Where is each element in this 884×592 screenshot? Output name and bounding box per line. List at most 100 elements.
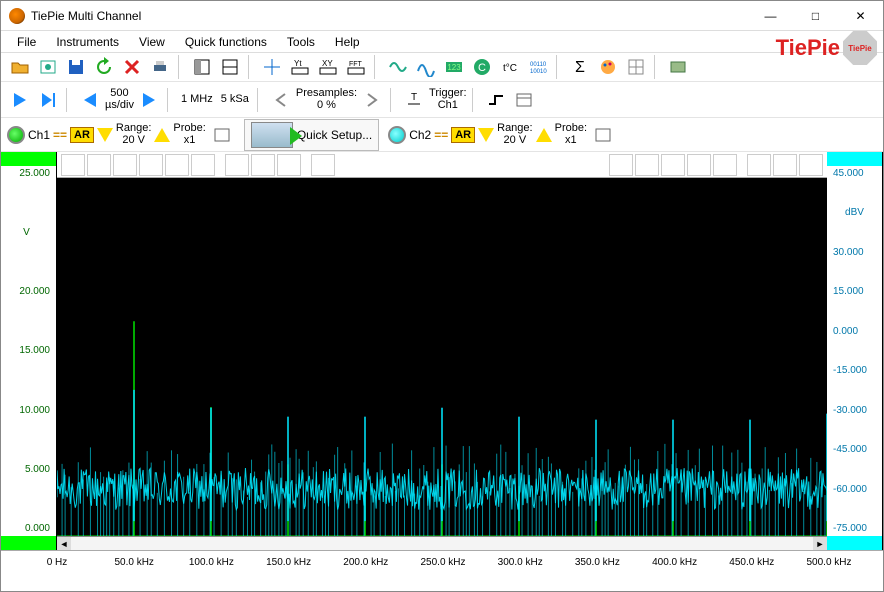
y-axis-left[interactable]: 25.000V20.00015.00010.0005.0000.000 (1, 152, 57, 550)
scroll-track[interactable] (71, 537, 813, 551)
save-icon[interactable] (63, 55, 89, 79)
zoom-in-icon[interactable]: + (225, 154, 249, 176)
zoom-out-icon[interactable]: - (251, 154, 275, 176)
wave2-icon[interactable] (413, 55, 439, 79)
grid-icon[interactable] (623, 55, 649, 79)
ch2-coupling-icon[interactable]: == (434, 128, 448, 142)
open-icon[interactable] (7, 55, 33, 79)
close-button[interactable]: ✕ (838, 1, 883, 31)
right-arrow-button[interactable] (359, 88, 385, 112)
pencil-icon[interactable] (747, 154, 771, 176)
bars-icon[interactable] (191, 154, 215, 176)
cursor-icon[interactable] (259, 55, 285, 79)
trigger-display[interactable]: Trigger: Ch1 (429, 88, 467, 111)
ch2-probe-display[interactable]: Probe: x1 (555, 123, 587, 146)
ch2-autorange[interactable]: AR (451, 127, 475, 143)
trigger-edge-button[interactable] (483, 88, 509, 112)
ch1-probe-display[interactable]: Probe: x1 (173, 123, 205, 146)
sample-rate-label[interactable]: 1 MHz (178, 93, 216, 105)
samples-label[interactable]: 5 kSa (218, 93, 252, 105)
timebase-slower-button[interactable] (77, 88, 103, 112)
quick-setup-button[interactable]: Quick Setup... (244, 119, 379, 151)
xy-icon[interactable]: XY (315, 55, 341, 79)
color-c-icon[interactable]: C (469, 55, 495, 79)
fft-icon[interactable]: FFT (343, 55, 369, 79)
trigger-settings-button[interactable] (511, 88, 537, 112)
svg-text:C: C (478, 62, 486, 74)
line-up-icon[interactable] (139, 154, 163, 176)
ch1-indicator[interactable] (7, 126, 25, 144)
y-axis-right[interactable]: 45.000dBV30.00015.0000.000-15.000-30.000… (827, 152, 883, 550)
trigger-time-button[interactable]: T (401, 88, 427, 112)
app-icon (9, 8, 25, 24)
ch1-coupling-icon[interactable]: == (53, 128, 67, 142)
palette-icon[interactable] (595, 55, 621, 79)
ch2-indicator[interactable] (388, 126, 406, 144)
menu-quick-functions[interactable]: Quick functions (175, 33, 277, 51)
layout1-icon[interactable] (189, 55, 215, 79)
menu-tools[interactable]: Tools (277, 33, 325, 51)
y-right-tick: -60.000 (829, 484, 880, 495)
scroll-right-button[interactable]: ► (813, 537, 827, 551)
presamples-display[interactable]: Presamples: 0 % (296, 88, 357, 111)
timebase-faster-button[interactable] (136, 88, 162, 112)
close-x-icon[interactable] (773, 154, 797, 176)
ch1-autorange[interactable]: AR (70, 127, 94, 143)
ch2-range-display[interactable]: Range: 20 V (497, 123, 532, 146)
ch2-settings-button[interactable] (590, 123, 616, 147)
delete-icon[interactable] (119, 55, 145, 79)
scroll-left-button[interactable]: ◄ (57, 537, 71, 551)
minimize-button[interactable]: — (748, 1, 793, 31)
menu-file[interactable]: File (7, 33, 46, 51)
refresh-icon[interactable] (91, 55, 117, 79)
sigma-icon[interactable]: Σ (567, 55, 593, 79)
brand-badge: TiePie (843, 31, 877, 65)
menu-help[interactable]: Help (325, 33, 370, 51)
wave1-icon[interactable] (385, 55, 411, 79)
play-button[interactable] (7, 88, 33, 112)
temp-icon[interactable]: t°C (497, 55, 523, 79)
markerB-icon[interactable] (635, 154, 659, 176)
x-tick: 0 Hz (47, 557, 68, 568)
markerA-icon[interactable] (609, 154, 633, 176)
ch2-range-down[interactable] (478, 128, 494, 142)
wave-icon[interactable] (687, 154, 711, 176)
layout2-icon[interactable] (217, 55, 243, 79)
ch2-range-up[interactable] (536, 128, 552, 142)
x-tick: 400.0 kHz (652, 557, 697, 568)
table-icon[interactable] (113, 154, 137, 176)
grid-dense-icon[interactable] (61, 154, 85, 176)
print-icon[interactable] (147, 55, 173, 79)
wave2-icon[interactable] (713, 154, 737, 176)
ch1-range-down[interactable] (97, 128, 113, 142)
time-cursor-icon[interactable]: Yt (287, 55, 313, 79)
ch1-range-display[interactable]: Range: 20 V (116, 123, 151, 146)
ch1-settings-button[interactable] (209, 123, 235, 147)
play-once-button[interactable] (35, 88, 61, 112)
line-down-icon[interactable] (165, 154, 189, 176)
maximize-button[interactable]: □ (793, 1, 838, 31)
y-left-tick: 25.000 (3, 168, 54, 179)
menu-instruments[interactable]: Instruments (46, 33, 129, 51)
plot-canvas[interactable]: +-1:1 Ch1Ch2 1 ◄ ► (57, 152, 827, 550)
overlay-icon[interactable]: Ch1Ch2 (661, 154, 685, 176)
binary-icon[interactable]: 0011010010 (525, 55, 551, 79)
screenshot-icon[interactable] (35, 55, 61, 79)
zoom-11-icon[interactable]: 1:1 (277, 154, 301, 176)
ch2-label[interactable]: Ch2 (409, 128, 431, 142)
eye-icon[interactable] (311, 154, 335, 176)
timebase-display[interactable]: 500 µs/div (105, 88, 134, 111)
x-tick: 200.0 kHz (343, 557, 388, 568)
counter-icon[interactable]: 123 (441, 55, 467, 79)
source-icon[interactable] (665, 55, 691, 79)
ch1-label[interactable]: Ch1 (28, 128, 50, 142)
ch1-range-up[interactable] (154, 128, 170, 142)
horizontal-scrollbar[interactable]: ◄ ► (57, 536, 827, 550)
y-right-unit: dBV (829, 207, 880, 218)
sliders-icon[interactable] (87, 154, 111, 176)
digit-1[interactable]: 1 (799, 154, 823, 176)
left-arrow-button[interactable] (268, 88, 294, 112)
menu-view[interactable]: View (129, 33, 175, 51)
window-title: TiePie Multi Channel (31, 9, 748, 23)
svg-text:T: T (411, 92, 417, 103)
